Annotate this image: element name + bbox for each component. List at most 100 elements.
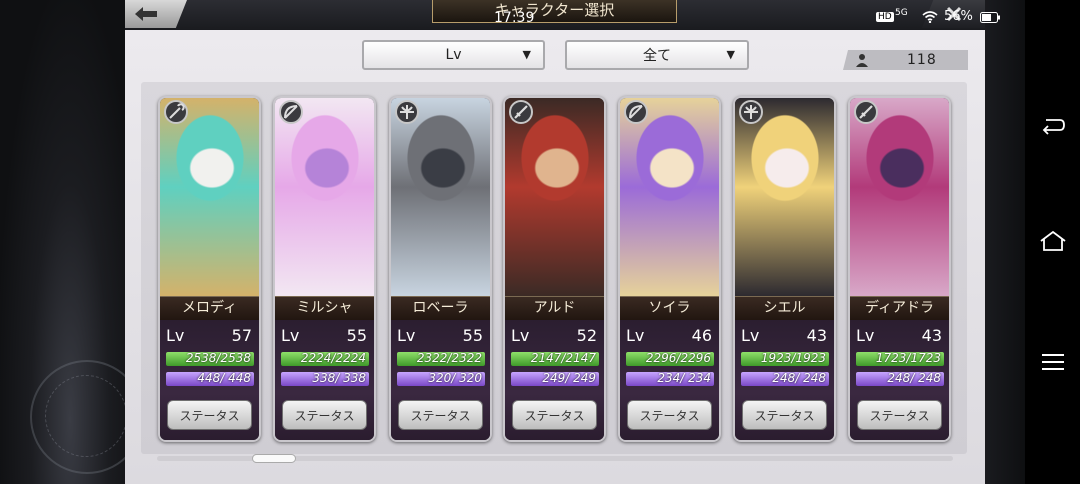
status-button[interactable]: ステータス xyxy=(742,400,827,430)
menu-icon xyxy=(1042,354,1064,370)
hp-bar: 1923/1923 xyxy=(741,352,829,366)
level-value: 57 xyxy=(231,326,252,345)
character-stats: Lv 55 2224/2224 338/ 338 ステータス xyxy=(275,320,374,440)
status-button[interactable]: ステータス xyxy=(857,400,942,430)
level-label: Lv xyxy=(281,326,300,345)
character-name: ソイラ xyxy=(620,296,719,322)
level-row: Lv 55 xyxy=(281,326,369,348)
page-title: キャラクター選択 xyxy=(432,0,677,23)
character-portrait xyxy=(620,98,719,296)
character-card[interactable]: ソイラ Lv 46 2296/2296 234/ 234 ステータス xyxy=(618,96,721,442)
bow-icon xyxy=(624,100,648,124)
character-card[interactable]: シエル Lv 43 1923/1923 248/ 248 ステータス xyxy=(733,96,836,442)
mp-bar: 248/ 248 xyxy=(856,372,944,386)
status-button[interactable]: ステータス xyxy=(282,400,367,430)
mp-text: 320/ 320 xyxy=(428,372,482,385)
sort-dropdown[interactable]: Lv ▼ xyxy=(362,40,545,70)
crossbow-icon xyxy=(739,100,763,124)
character-card[interactable]: ミルシャ Lv 55 2224/2224 338/ 338 ステータス xyxy=(273,96,376,442)
status-button[interactable]: ステータス xyxy=(512,400,597,430)
character-portrait xyxy=(275,98,374,296)
mp-bar: 448/ 448 xyxy=(166,372,254,386)
level-label: Lv xyxy=(856,326,875,345)
level-value: 43 xyxy=(921,326,942,345)
right-decoration xyxy=(985,0,1025,484)
filter-dropdown[interactable]: 全て ▼ xyxy=(565,40,749,70)
mp-bar: 249/ 249 xyxy=(511,372,599,386)
mp-text: 248/ 248 xyxy=(887,372,941,385)
hp-text: 2322/2322 xyxy=(416,352,482,365)
hp-bar: 2538/2538 xyxy=(166,352,254,366)
character-name: メロディ xyxy=(160,296,259,322)
nav-home-button[interactable] xyxy=(1038,226,1068,256)
status-button[interactable]: ステータス xyxy=(627,400,712,430)
mp-text: 338/ 338 xyxy=(312,372,366,385)
character-card[interactable]: ディアドラ Lv 43 1723/1723 248/ 248 ステータス xyxy=(848,96,951,442)
status-time: 17:39 xyxy=(494,10,535,26)
mp-bar: 248/ 248 xyxy=(741,372,829,386)
bow-icon xyxy=(279,100,303,124)
nav-back-button[interactable] xyxy=(1038,112,1068,142)
dropdown-arrow-icon: ▼ xyxy=(522,48,531,61)
status-button[interactable]: ステータス xyxy=(398,400,483,430)
character-portrait xyxy=(391,98,490,296)
level-row: Lv 55 xyxy=(397,326,485,348)
level-value: 52 xyxy=(576,326,597,345)
sort-value: Lv xyxy=(445,47,462,63)
network-label: 5G xyxy=(895,8,908,18)
sword-icon xyxy=(509,100,533,124)
crossbow-icon xyxy=(395,100,419,124)
character-name: アルド xyxy=(505,296,604,322)
home-icon xyxy=(1040,230,1066,251)
wifi-icon xyxy=(922,11,938,23)
level-row: Lv 46 xyxy=(626,326,714,348)
level-value: 46 xyxy=(691,326,712,345)
character-stats: Lv 55 2322/2322 320/ 320 ステータス xyxy=(391,320,490,440)
hp-text: 1723/1723 xyxy=(875,352,941,365)
roster-count: 118 xyxy=(843,50,968,70)
level-label: Lv xyxy=(626,326,645,345)
character-stats: Lv 46 2296/2296 234/ 234 ステータス xyxy=(620,320,719,440)
mp-text: 234/ 234 xyxy=(657,372,711,385)
character-card[interactable]: ロベーラ Lv 55 2322/2322 320/ 320 ステータス xyxy=(389,96,492,442)
mp-text: 249/ 249 xyxy=(542,372,596,385)
character-name: ミルシャ xyxy=(275,296,374,322)
mp-bar: 338/ 338 xyxy=(281,372,369,386)
hp-text: 2224/2224 xyxy=(300,352,366,365)
character-stats: Lv 57 2538/2538 448/ 448 ステータス xyxy=(160,320,259,440)
character-stats: Lv 43 1723/1723 248/ 248 ステータス xyxy=(850,320,949,440)
hp-bar: 2296/2296 xyxy=(626,352,714,366)
level-label: Lv xyxy=(741,326,760,345)
roster-count-value: 118 xyxy=(907,52,937,68)
character-portrait xyxy=(850,98,949,296)
sword-icon xyxy=(854,100,878,124)
scrollbar-thumb[interactable] xyxy=(252,454,296,463)
status-button[interactable]: ステータス xyxy=(167,400,252,430)
level-label: Lv xyxy=(397,326,416,345)
character-name: ディアドラ xyxy=(850,296,949,322)
nav-menu-button[interactable] xyxy=(1038,347,1068,377)
back-icon xyxy=(1042,119,1065,135)
battery-percent: 56% xyxy=(944,9,973,24)
mp-text: 248/ 248 xyxy=(772,372,826,385)
compass-ornament-inner xyxy=(45,375,127,457)
character-stats: Lv 52 2147/2147 249/ 249 ステータス xyxy=(505,320,604,440)
character-portrait xyxy=(160,98,259,296)
character-stats: Lv 43 1923/1923 248/ 248 ステータス xyxy=(735,320,834,440)
hp-bar: 1723/1723 xyxy=(856,352,944,366)
level-row: Lv 43 xyxy=(856,326,944,348)
filter-value: 全て xyxy=(643,48,671,64)
arrow-left-icon xyxy=(135,7,157,21)
character-card[interactable]: アルド Lv 52 2147/2147 249/ 249 ステータス xyxy=(503,96,606,442)
character-portrait xyxy=(735,98,834,296)
character-portrait xyxy=(505,98,604,296)
level-row: Lv 43 xyxy=(741,326,829,348)
hp-text: 1923/1923 xyxy=(760,352,826,365)
dropdown-arrow-icon: ▼ xyxy=(726,48,735,61)
level-label: Lv xyxy=(166,326,185,345)
staff-icon xyxy=(164,100,188,124)
hp-text: 2296/2296 xyxy=(645,352,711,365)
hd-badge: HD xyxy=(876,12,894,22)
character-card[interactable]: メロディ Lv 57 2538/2538 448/ 448 ステータス xyxy=(158,96,261,442)
mp-bar: 320/ 320 xyxy=(397,372,485,386)
